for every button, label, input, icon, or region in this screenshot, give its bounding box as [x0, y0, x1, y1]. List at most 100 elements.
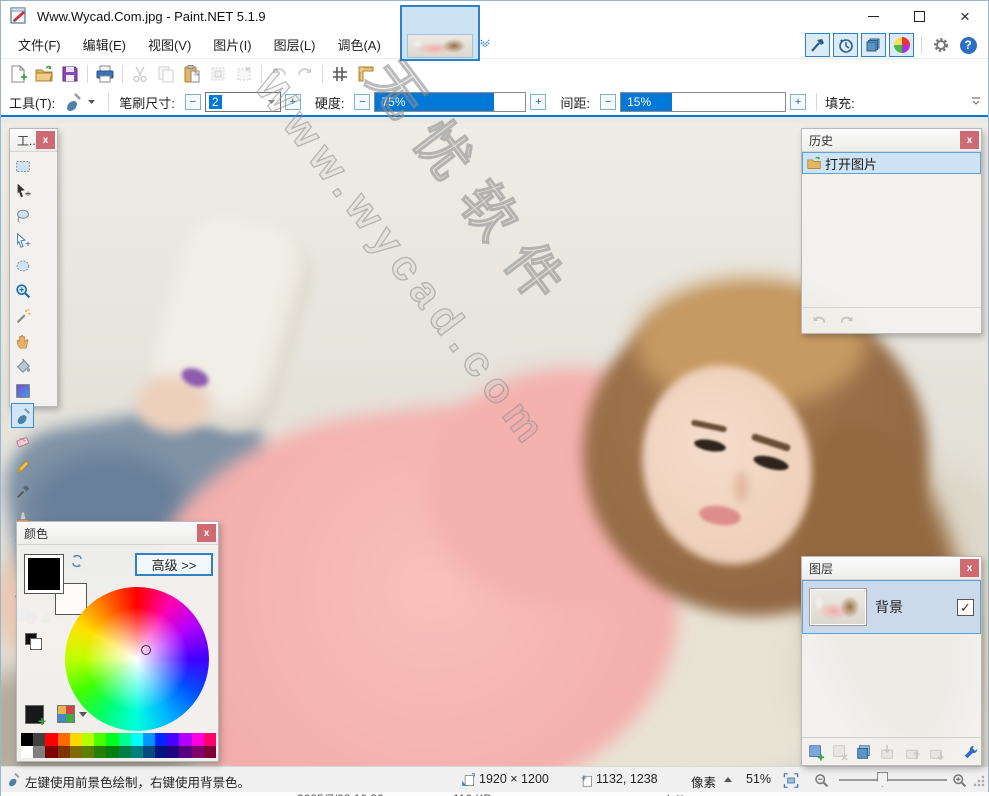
palette-swatch[interactable] [58, 733, 70, 746]
tool-paintbrush-selected[interactable] [11, 403, 34, 428]
merge-layer-down-button[interactable] [878, 741, 898, 763]
print-button[interactable] [92, 61, 118, 87]
image-tab-active[interactable] [400, 5, 480, 61]
brush-size-combobox[interactable]: 2 [205, 92, 281, 112]
history-panel-close-button[interactable]: x [960, 131, 979, 149]
spacing-decrease-button[interactable]: − [600, 94, 616, 110]
palette-swatch[interactable] [131, 746, 143, 759]
history-redo-icon[interactable] [838, 313, 856, 329]
maximize-button[interactable] [896, 1, 942, 31]
history-undo-icon[interactable] [810, 313, 828, 329]
zoom-out-icon[interactable] [813, 772, 830, 789]
palette-swatch[interactable] [45, 746, 57, 759]
units-dropdown[interactable]: 像素 [691, 772, 716, 791]
image-list-chevron-icon[interactable] [479, 39, 491, 47]
foreground-color-swatch[interactable] [25, 555, 63, 593]
palette-swatch[interactable] [45, 733, 57, 746]
history-panel-toggle[interactable] [833, 33, 858, 57]
paste-button[interactable] [179, 61, 205, 87]
history-panel-header[interactable]: 历史 x [802, 129, 981, 152]
palette-swatch[interactable] [119, 733, 131, 746]
palette-swatch[interactable] [70, 733, 82, 746]
open-file-button[interactable] [31, 61, 57, 87]
colors-panel-header[interactable]: 颜色 x [17, 522, 218, 545]
layer-visibility-checkbox[interactable]: ✓ [957, 599, 974, 616]
deselect-button[interactable] [231, 61, 257, 87]
hardness-decrease-button[interactable]: − [354, 94, 370, 110]
palette-swatch[interactable] [155, 746, 167, 759]
spacing-increase-button[interactable]: + [790, 94, 806, 110]
hardness-increase-button[interactable]: + [530, 94, 546, 110]
layer-properties-button[interactable] [961, 741, 981, 763]
tool-move-pixels[interactable] [11, 178, 34, 203]
palette-swatch[interactable] [143, 733, 155, 746]
palette-swatch[interactable] [204, 733, 216, 746]
tool-pan[interactable] [11, 328, 34, 353]
current-tool-button[interactable] [61, 90, 85, 114]
palette-swatch[interactable] [143, 746, 155, 759]
palette-swatch[interactable] [82, 746, 94, 759]
spacing-slider[interactable]: 15% [620, 92, 786, 112]
toolbar-overflow-chevron-icon[interactable] [970, 95, 982, 107]
palette-swatch[interactable] [70, 746, 82, 759]
palette-swatch[interactable] [21, 733, 33, 746]
grid-toggle-button[interactable] [327, 61, 353, 87]
palette-swatch[interactable] [179, 746, 191, 759]
tool-magic-wand[interactable] [11, 303, 34, 328]
layers-panel-toggle[interactable] [861, 33, 886, 57]
layers-panel-header[interactable]: 图层 x [802, 557, 981, 580]
colors-panel-toggle[interactable] [889, 33, 914, 57]
palette-swatch[interactable] [167, 746, 179, 759]
zoom-to-fit-icon[interactable] [783, 773, 799, 788]
tool-zoom[interactable] [11, 278, 34, 303]
save-button[interactable] [57, 61, 83, 87]
brush-size-increase-button[interactable]: + [285, 94, 301, 110]
menu-adjustments[interactable]: 调色(A) [326, 30, 391, 59]
tools-panel-close-button[interactable]: x [36, 131, 55, 149]
advanced-colors-button[interactable]: 高级 >> [135, 553, 213, 576]
menu-view[interactable]: 视图(V) [137, 30, 202, 59]
tool-paint-bucket[interactable] [11, 353, 34, 378]
menu-edit[interactable]: 编辑(E) [72, 30, 137, 59]
add-palette-color-button[interactable] [25, 705, 44, 724]
palette-swatch[interactable] [192, 746, 204, 759]
palette-swatch[interactable] [33, 733, 45, 746]
new-file-button[interactable] [5, 61, 31, 87]
tool-lasso-select[interactable] [11, 203, 34, 228]
palette-swatch[interactable] [21, 746, 33, 759]
tools-panel-toggle[interactable] [805, 33, 830, 57]
delete-layer-button[interactable] [830, 741, 850, 763]
zoom-slider-thumb[interactable] [877, 772, 888, 787]
help-button[interactable]: ? [956, 33, 980, 57]
palette-swatch[interactable] [94, 746, 106, 759]
menu-image[interactable]: 图片(I) [202, 30, 262, 59]
close-button[interactable]: × [942, 1, 988, 31]
cut-button[interactable] [127, 61, 153, 87]
ruler-toggle-button[interactable] [353, 61, 379, 87]
tool-pencil[interactable] [11, 453, 34, 478]
palette-swatch[interactable] [58, 746, 70, 759]
palette-swatch[interactable] [33, 746, 45, 759]
crop-button[interactable] [205, 61, 231, 87]
tools-panel-header[interactable]: 工... x [10, 129, 57, 152]
resize-grip[interactable] [973, 775, 985, 787]
move-layer-up-button[interactable] [903, 741, 923, 763]
redo-button[interactable] [292, 61, 318, 87]
menu-file[interactable]: 文件(F) [7, 30, 72, 59]
undo-button[interactable] [266, 61, 292, 87]
tool-eraser[interactable] [11, 428, 34, 453]
history-item-open-image[interactable]: 打开图片 [802, 152, 981, 174]
tool-ellipse-select[interactable] [11, 253, 34, 278]
zoom-slider-track[interactable] [839, 779, 947, 781]
palette-swatch[interactable] [167, 733, 179, 746]
palette-swatch[interactable] [179, 733, 191, 746]
tool-move-selection[interactable] [11, 228, 34, 253]
layer-row-background[interactable]: 背景 ✓ [802, 580, 981, 634]
settings-button[interactable] [929, 33, 953, 57]
palette-menu-button[interactable] [57, 705, 87, 723]
tool-color-picker[interactable] [11, 478, 34, 503]
tool-gradient[interactable] [11, 378, 34, 403]
zoom-in-icon[interactable] [951, 772, 968, 789]
minimize-button[interactable] [850, 1, 896, 31]
palette-swatch[interactable] [131, 733, 143, 746]
